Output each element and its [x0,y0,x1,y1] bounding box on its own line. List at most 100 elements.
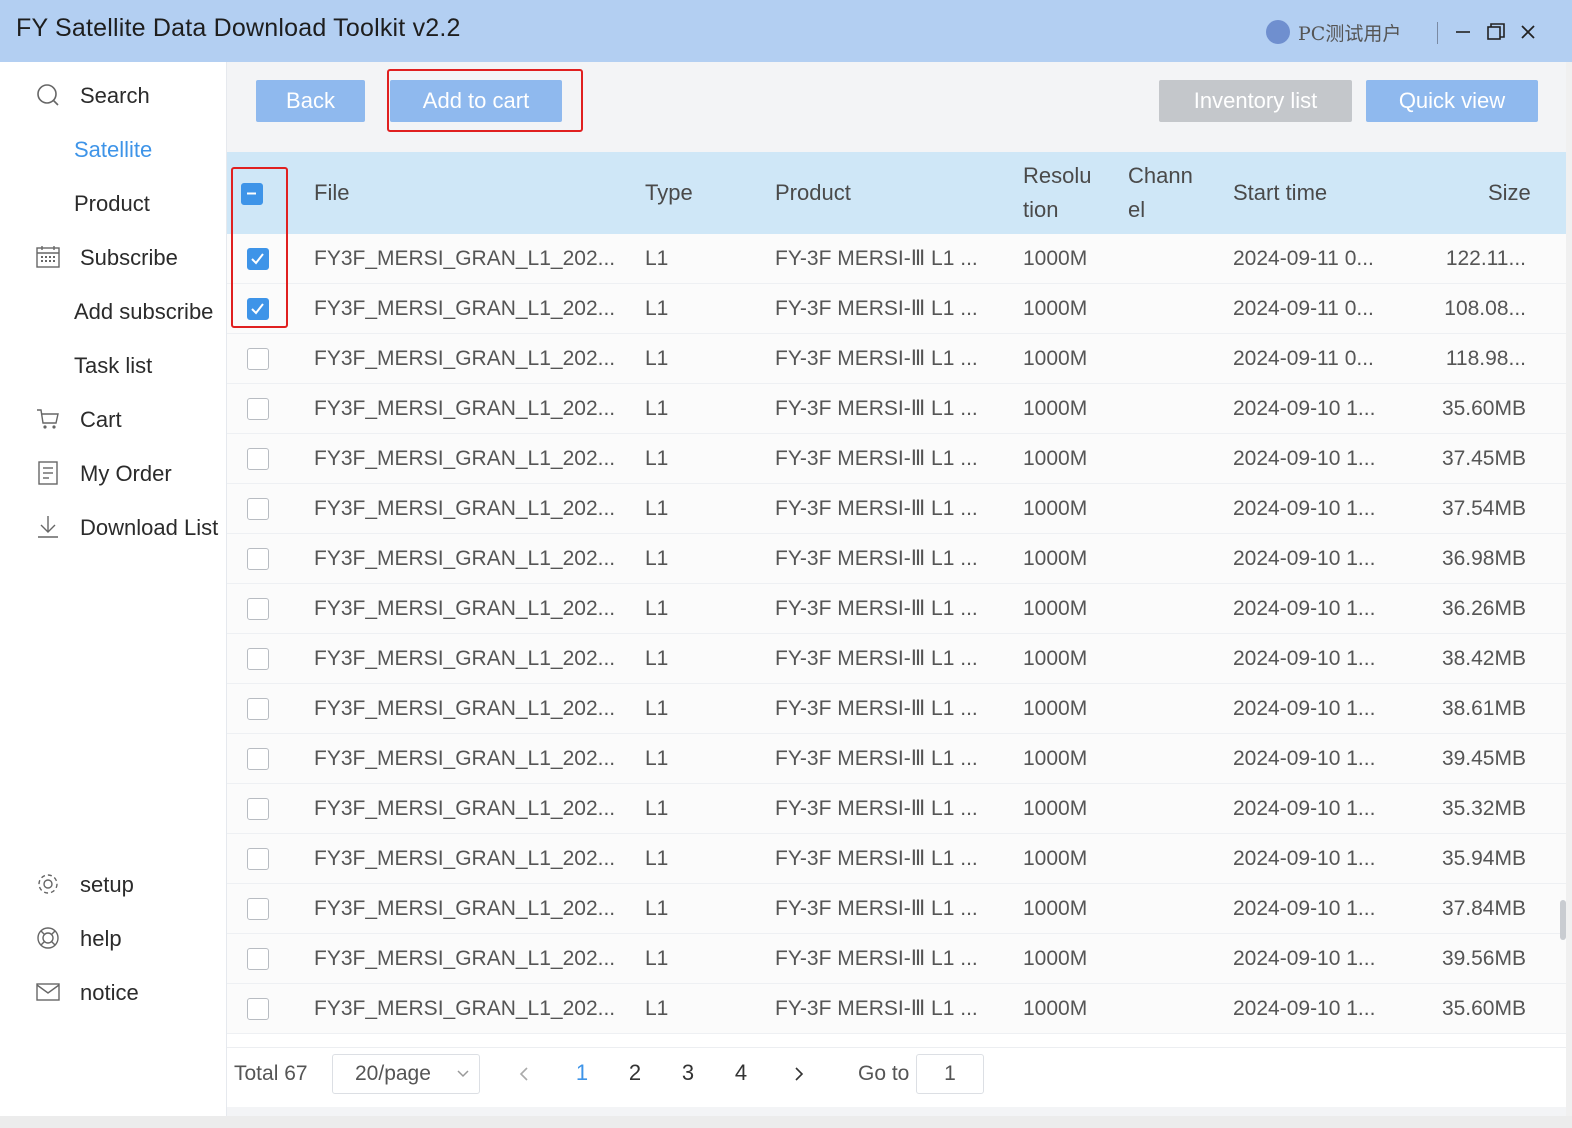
cell-resolution: 1000M [1023,547,1088,570]
row-checkbox[interactable] [247,398,269,420]
row-checkbox[interactable] [247,448,269,470]
table-row[interactable]: FY3F_MERSI_GRAN_L1_202... L1 FY-3F MERSI-Ⅲ… [227,534,1566,584]
table-row[interactable]: FY3F_MERSI_GRAN_L1_202... L1 FY-3F MERSI-Ⅲ… [227,634,1566,684]
table-row[interactable]: FY3F_MERSI_GRAN_L1_202... L1 FY-3F MERSI-Ⅲ… [227,484,1566,534]
page-4[interactable]: 4 [729,1060,753,1086]
row-checkbox[interactable] [247,598,269,620]
table-row[interactable]: FY3F_MERSI_GRAN_L1_202... L1 FY-3F MERSI-Ⅲ… [227,834,1566,884]
table-row[interactable]: FY3F_MERSI_GRAN_L1_202... L1 FY-3F MERSI-Ⅲ… [227,934,1566,984]
cell-start: 2024-09-10 1... [1233,697,1376,720]
column-header-type[interactable]: Type [645,176,693,210]
sidebar-item-search[interactable]: Search [0,75,227,115]
sidebar-item-my-order[interactable]: My Order [0,453,227,493]
row-checkbox[interactable] [247,348,269,370]
table-row[interactable]: FY3F_MERSI_GRAN_L1_202... L1 FY-3F MERSI-Ⅲ… [227,684,1566,734]
chevron-right-icon [795,1067,804,1081]
row-checkbox[interactable] [247,798,269,820]
sidebar-item-product[interactable]: Product [0,183,227,223]
sidebar-item-add-subscribe[interactable]: Add subscribe [0,291,227,331]
back-button[interactable]: Back [256,80,365,122]
add-to-cart-button[interactable]: Add to cart [390,80,562,122]
sidebar-item-satellite[interactable]: Satellite [0,129,227,169]
cell-resolution: 1000M [1023,647,1088,670]
row-checkbox[interactable] [247,848,269,870]
file-table: File Type Product Resolu tion Chann el S… [227,152,1566,1047]
total-count: Total 67 [234,1062,308,1085]
table-row[interactable]: FY3F_MERSI_GRAN_L1_202... L1 FY-3F MERSI-Ⅲ… [227,284,1566,334]
cell-resolution: 1000M [1023,597,1088,620]
sidebar-item-task-list[interactable]: Task list [0,345,227,385]
sidebar-item-help[interactable]: help [0,918,227,958]
table-row[interactable]: FY3F_MERSI_GRAN_L1_202... L1 FY-3F MERSI-Ⅲ… [227,384,1566,434]
table-row[interactable]: FY3F_MERSI_GRAN_L1_202... L1 FY-3F MERSI-Ⅲ… [227,234,1566,284]
cell-file: FY3F_MERSI_GRAN_L1_202... [314,847,616,870]
cell-size: 36.98MB [1441,547,1526,570]
cell-size: 37.54MB [1441,497,1526,520]
table-row[interactable]: FY3F_MERSI_GRAN_L1_202... L1 FY-3F MERSI-Ⅲ… [227,984,1566,1034]
user-name: PC测试用户 [1298,22,1402,45]
table-row[interactable]: FY3F_MERSI_GRAN_L1_202... L1 FY-3F MERSI-Ⅲ… [227,434,1566,484]
page-2[interactable]: 2 [623,1060,647,1086]
sidebar-item-notice[interactable]: notice [0,972,227,1012]
cell-type: L1 [645,397,669,420]
table-row[interactable]: FY3F_MERSI_GRAN_L1_202... L1 FY-3F MERSI-Ⅲ… [227,584,1566,634]
prev-page-button[interactable] [514,1062,534,1086]
row-checkbox[interactable] [247,648,269,670]
row-checkbox[interactable] [247,948,269,970]
cell-size: 35.94MB [1441,847,1526,870]
row-checkbox[interactable] [247,998,269,1020]
table-row[interactable]: FY3F_MERSI_GRAN_L1_202... L1 FY-3F MERSI-Ⅲ… [227,734,1566,784]
cell-size: 118.98... [1445,347,1526,370]
goto-page-input[interactable]: 1 [916,1054,984,1094]
row-checkbox[interactable] [247,498,269,520]
column-header-product[interactable]: Product [775,176,851,210]
column-header-size[interactable]: Size [1488,176,1531,210]
close-button[interactable] [1515,19,1541,45]
page-size-select[interactable]: 20/page [332,1054,480,1094]
cell-start: 2024-09-10 1... [1233,647,1376,670]
row-checkbox[interactable] [247,298,269,320]
cell-product: FY-3F MERSI-Ⅲ L1 ... [775,947,978,970]
cell-start: 2024-09-10 1... [1233,897,1376,920]
row-checkbox[interactable] [247,698,269,720]
table-row[interactable]: FY3F_MERSI_GRAN_L1_202... L1 FY-3F MERSI-Ⅲ… [227,884,1566,934]
sidebar-item-setup[interactable]: setup [0,864,227,904]
sidebar-item-cart[interactable]: Cart [0,399,227,439]
cell-resolution: 1000M [1023,297,1088,320]
cell-product: FY-3F MERSI-Ⅲ L1 ... [775,697,978,720]
cell-product: FY-3F MERSI-Ⅲ L1 ... [775,447,978,470]
cell-product: FY-3F MERSI-Ⅲ L1 ... [775,647,978,670]
column-header-file[interactable]: File [314,176,349,210]
select-all-checkbox[interactable] [241,183,263,205]
scrollbar[interactable] [1560,900,1566,940]
user-account[interactable]: PC测试用户 [1266,18,1401,46]
inventory-list-button[interactable]: Inventory list [1159,80,1352,122]
cell-product: FY-3F MERSI-Ⅲ L1 ... [775,297,978,320]
cell-file: FY3F_MERSI_GRAN_L1_202... [314,697,616,720]
page-size-value: 20/page [355,1062,431,1085]
sidebar-item-label: notice [80,980,139,1005]
page-3[interactable]: 3 [676,1060,700,1086]
column-header-channel[interactable]: Chann el [1128,159,1193,227]
quick-view-button[interactable]: Quick view [1366,80,1538,122]
column-header-resolution[interactable]: Resolu tion [1023,159,1091,227]
row-checkbox[interactable] [247,248,269,270]
row-checkbox[interactable] [247,748,269,770]
column-header-start-time[interactable]: Start time [1233,176,1327,210]
cell-file: FY3F_MERSI_GRAN_L1_202... [314,597,616,620]
table-row[interactable]: FY3F_MERSI_GRAN_L1_202... L1 FY-3F MERSI-Ⅲ… [227,784,1566,834]
next-page-button[interactable] [789,1062,809,1086]
minimize-button[interactable] [1450,19,1476,45]
row-checkbox[interactable] [247,898,269,920]
sidebar-item-subscribe[interactable]: Subscribe [0,237,227,277]
row-checkbox[interactable] [247,548,269,570]
cell-resolution: 1000M [1023,847,1088,870]
window-edge [1566,62,1572,1128]
restore-button[interactable] [1483,19,1509,45]
cell-size: 38.42MB [1441,647,1526,670]
sidebar-item-download-list[interactable]: Download List [0,507,227,547]
page-1[interactable]: 1 [570,1060,594,1086]
cell-start: 2024-09-10 1... [1233,747,1376,770]
table-row[interactable]: FY3F_MERSI_GRAN_L1_202... L1 FY-3F MERSI-Ⅲ… [227,334,1566,384]
checkmark-icon [251,303,264,315]
